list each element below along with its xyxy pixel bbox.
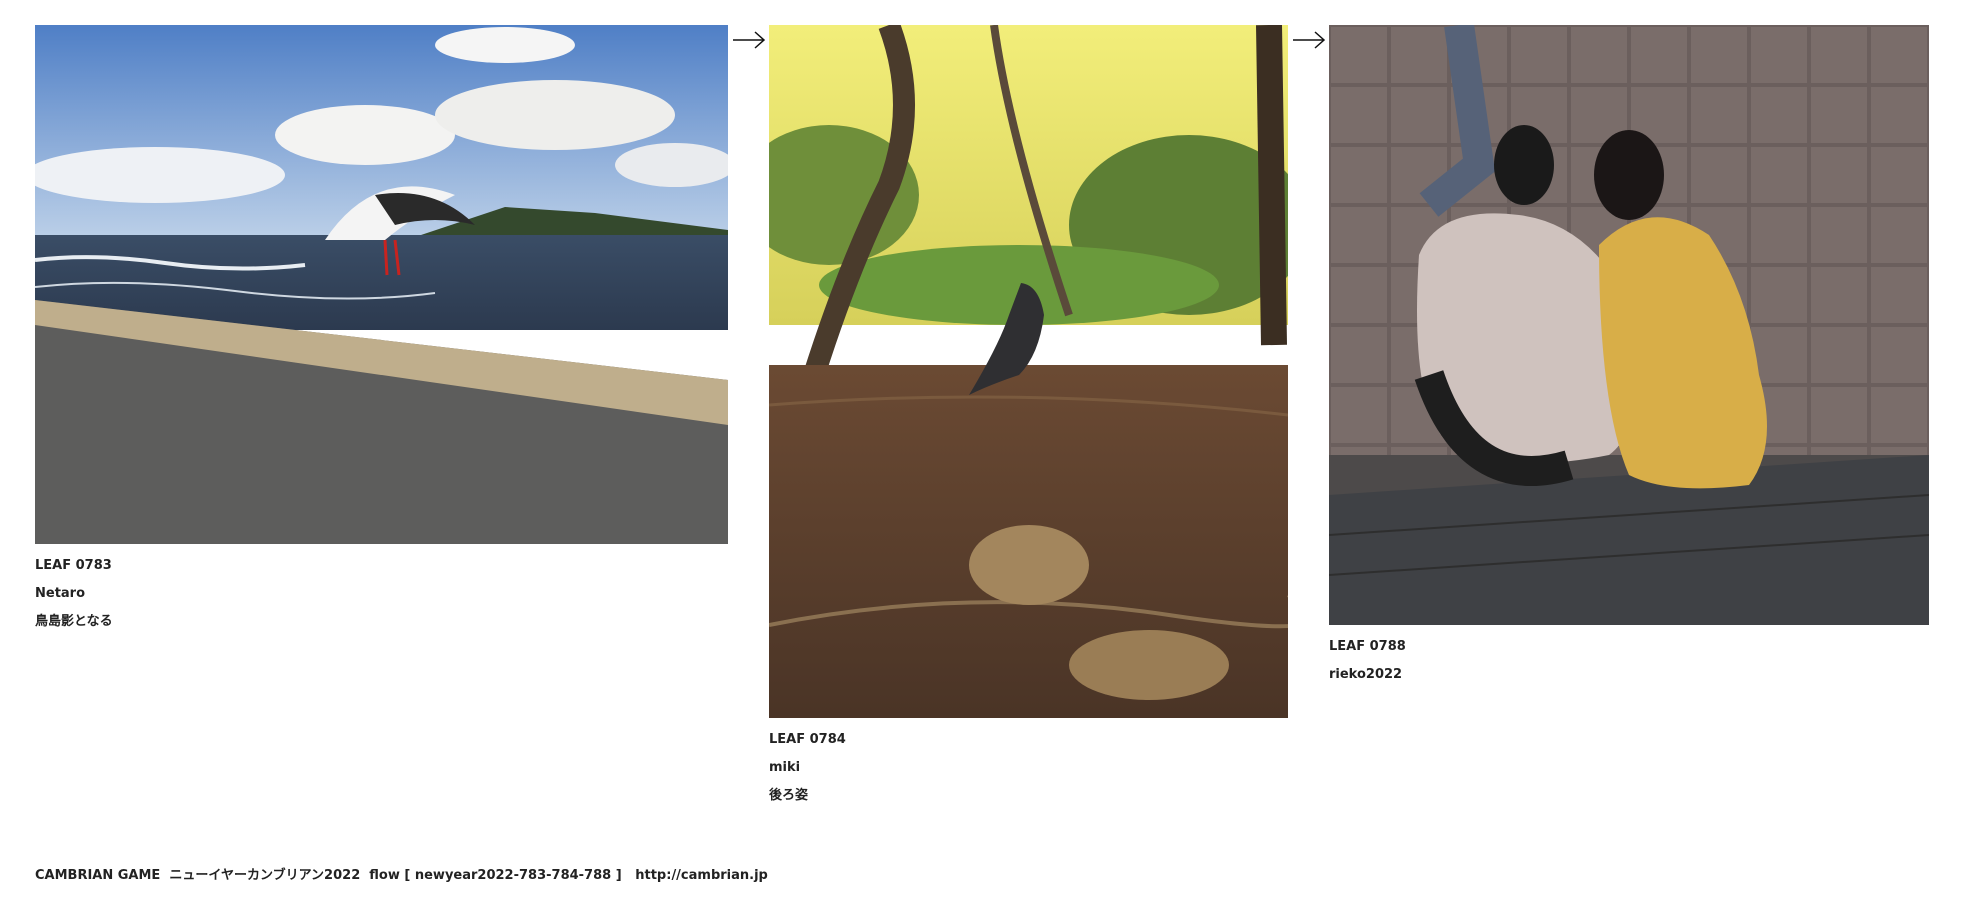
leaf-author[interactable]: Netaro xyxy=(35,580,728,608)
footer-text: CAMBRIAN GAME ニューイヤーカンブリアン2022 flow [ ne… xyxy=(35,868,636,883)
leaf-code: LEAF 0788 xyxy=(1329,639,1406,654)
leaf-photo-0788[interactable] xyxy=(1329,25,1929,625)
leaf-card-0788: LEAF 0788 rieko2022 xyxy=(1329,25,1929,689)
leaf-card-0783: LEAF 0783 Netaro 鳥島影となる xyxy=(35,25,728,636)
leaf-photo-0783[interactable] xyxy=(35,25,728,544)
leaf-photo-0784[interactable] xyxy=(769,25,1288,718)
arrow-right-icon xyxy=(1292,28,1326,52)
footer-link[interactable]: http://cambrian.jp xyxy=(635,868,768,883)
leaf-caption: 後ろ姿 xyxy=(769,788,809,803)
footer: CAMBRIAN GAME ニューイヤーカンブリアン2022 flow [ ne… xyxy=(35,864,768,883)
leaf-meta-0784: LEAF 0784 miki 後ろ姿 xyxy=(769,726,1288,810)
leaf-code: LEAF 0784 xyxy=(769,732,846,747)
leaf-author[interactable]: miki xyxy=(769,754,1288,782)
leaf-card-0784: LEAF 0784 miki 後ろ姿 xyxy=(769,25,1288,810)
leaf-meta-0783: LEAF 0783 Netaro 鳥島影となる xyxy=(35,552,728,636)
arrow-right-icon xyxy=(732,28,766,52)
leaf-code: LEAF 0783 xyxy=(35,558,112,573)
leaf-caption: 鳥島影となる xyxy=(35,614,113,629)
leaf-author[interactable]: rieko2022 xyxy=(1329,661,1929,689)
leaf-meta-0788: LEAF 0788 rieko2022 xyxy=(1329,633,1929,689)
